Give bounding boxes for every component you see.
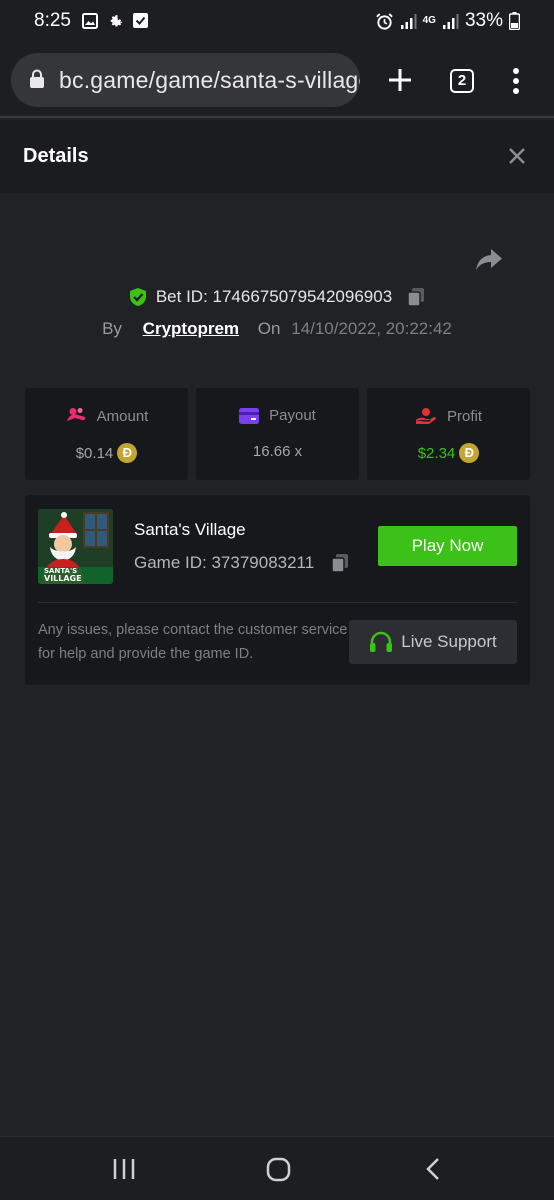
amount-card: Amount $0.14 Ð [25, 388, 188, 480]
status-bar: 8:25 4G 33% [0, 0, 554, 44]
tab-switcher-button[interactable]: 2 [450, 69, 474, 93]
back-icon[interactable] [425, 1157, 441, 1181]
home-icon[interactable] [266, 1157, 291, 1182]
close-icon[interactable] [507, 146, 527, 166]
more-icon[interactable] [513, 68, 519, 94]
payout-label: Payout [269, 407, 316, 424]
payout-card: Payout 16.66 x [196, 388, 359, 480]
card-icon [239, 407, 260, 424]
network-type: 4G [422, 15, 436, 26]
profit-value: $2.34 [417, 444, 456, 462]
live-support-button[interactable]: Live Support [349, 620, 517, 664]
battery-icon [509, 12, 520, 30]
user-link[interactable]: Cryptoprem [143, 319, 239, 338]
on-label: On [257, 319, 281, 338]
signal-icon [442, 13, 459, 29]
live-support-label: Live Support [401, 632, 497, 651]
system-nav-bar [0, 1136, 554, 1200]
page-title: Details [23, 145, 89, 167]
copy-icon[interactable] [406, 287, 426, 307]
checkbox-icon [133, 13, 148, 28]
browser-toolbar: bc.game/game/santa-s-village 2 [0, 44, 554, 118]
plus-icon[interactable] [386, 66, 414, 94]
divider [38, 602, 517, 603]
lock-icon [30, 69, 44, 88]
game-id: Game ID: 37379083211 [134, 553, 315, 572]
bet-id-row: Bet ID: 1746675079542096903 [0, 287, 554, 307]
headset-icon [370, 631, 393, 652]
profit-card: Profit $2.34 Ð [367, 388, 530, 480]
copy-icon[interactable] [330, 553, 350, 573]
share-icon[interactable] [475, 246, 503, 272]
battery-percent: 33% [464, 10, 503, 31]
by-label: By [102, 319, 122, 338]
bet-date: 14/10/2022, 20:22:42 [291, 319, 452, 338]
status-time: 8:25 [34, 10, 71, 31]
recents-icon[interactable] [112, 1157, 136, 1181]
image-icon [82, 13, 98, 29]
shield-check-icon [129, 288, 146, 306]
play-now-button[interactable]: Play Now [378, 526, 517, 566]
notification-icons [82, 13, 148, 30]
doge-coin-icon: Ð [459, 443, 480, 463]
game-id-row: Game ID: 37379083211 [134, 553, 350, 573]
signal-icon [400, 13, 417, 29]
santa-image: SANTA'S VILLAGE [38, 509, 113, 584]
details-header: Details [0, 120, 554, 193]
amount-icon [66, 408, 85, 421]
support-hint-text: Any issues, please contact the customer … [38, 622, 348, 662]
address-bar[interactable]: bc.game/game/santa-s-village [11, 53, 360, 107]
url-text: bc.game/game/santa-s-village [59, 67, 360, 93]
amount-value: $0.14 [75, 444, 114, 462]
doge-coin-icon: Ð [117, 443, 138, 463]
profit-label: Profit [446, 407, 482, 425]
payout-value: 16.66 x [252, 443, 303, 460]
gear-icon [110, 15, 123, 27]
game-card: SANTA'S VILLAGE Santa's Village Game ID:… [25, 495, 530, 685]
game-title[interactable]: Santa's Village [134, 520, 246, 540]
amount-label: Amount [96, 407, 149, 425]
bet-meta-row: By Cryptoprem On 14/10/2022, 20:22:42 [0, 319, 554, 339]
profit-icon [415, 408, 436, 424]
bet-id: Bet ID: 1746675079542096903 [155, 287, 393, 306]
game-thumbnail[interactable]: SANTA'S VILLAGE [38, 509, 113, 584]
alarm-icon [375, 12, 393, 30]
thumb-text-bottom: VILLAGE [44, 574, 82, 583]
system-icons: 4G 33% [375, 10, 520, 32]
